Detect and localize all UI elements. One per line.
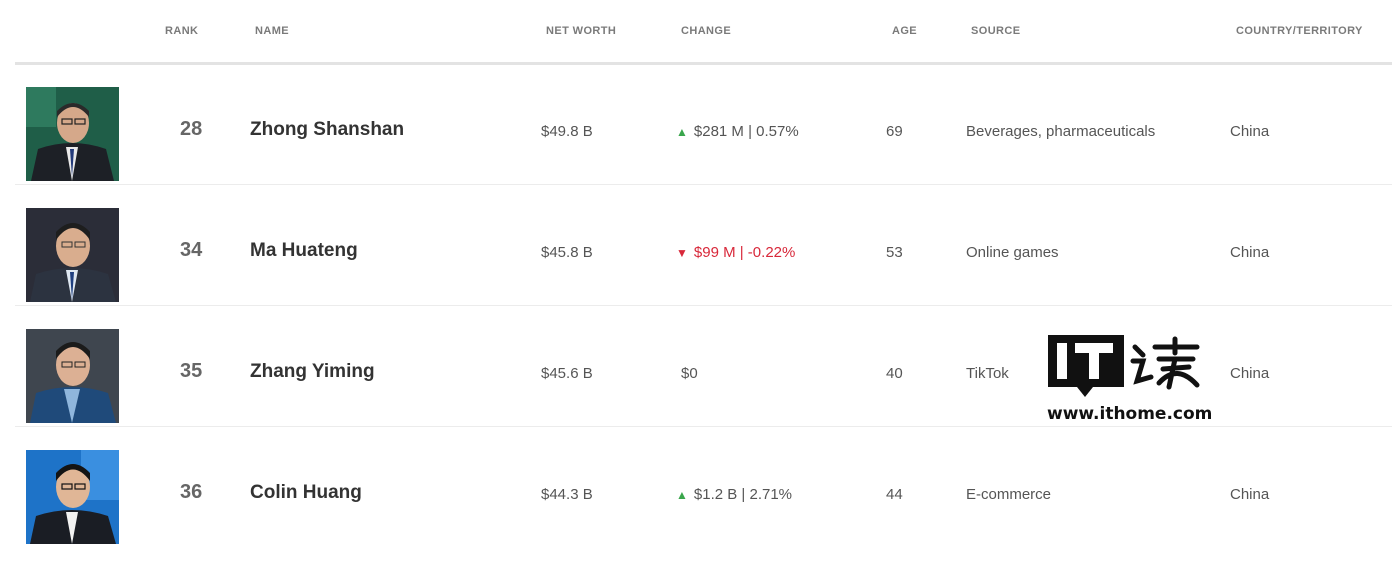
- column-header-change[interactable]: CHANGE: [681, 25, 731, 37]
- avatar[interactable]: [26, 329, 119, 423]
- age-value: 69: [886, 123, 903, 140]
- table-header: RANK NAME NET WORTH CHANGE AGE SOURCE CO…: [15, 0, 1392, 65]
- rank-value: 28: [180, 118, 203, 140]
- column-header-age[interactable]: AGE: [892, 25, 917, 37]
- table-row[interactable]: 28 Zhong Shanshan $49.8 B ▲ $281 M | 0.5…: [15, 63, 1392, 185]
- net-worth-value: $45.8 B: [541, 244, 593, 261]
- change-text: $0: [681, 365, 698, 382]
- table-row[interactable]: 36 Colin Huang $44.3 B ▲ $1.2 B | 2.71% …: [15, 426, 1392, 547]
- source-value: Beverages, pharmaceuticals: [966, 123, 1156, 140]
- rank-value: 35: [180, 360, 203, 382]
- rank-value: 36: [180, 481, 203, 503]
- age-value: 40: [886, 365, 903, 382]
- net-worth-value: $45.6 B: [541, 365, 593, 382]
- change-text: $99 M | -0.22%: [693, 244, 796, 261]
- arrow-down-icon: ▼: [676, 246, 688, 260]
- change-value: ▲ $1.2 B | 2.71%: [676, 485, 792, 505]
- avatar[interactable]: [26, 208, 119, 302]
- change-value: $0: [681, 364, 698, 384]
- net-worth-value: $49.8 B: [541, 123, 593, 140]
- person-name-link[interactable]: Colin Huang: [250, 483, 362, 503]
- country-value: China: [1230, 244, 1270, 261]
- column-header-net-worth[interactable]: NET WORTH: [546, 25, 616, 37]
- country-value: China: [1230, 123, 1270, 140]
- change-value: ▲ $281 M | 0.57%: [676, 122, 799, 142]
- rank-value: 34: [180, 239, 203, 261]
- age-value: 53: [886, 244, 903, 261]
- table-row[interactable]: 34 Ma Huateng $45.8 B ▼ $99 M | -0.22% 5…: [15, 184, 1392, 306]
- country-value: China: [1230, 486, 1270, 503]
- source-value: E-commerce: [966, 486, 1052, 503]
- net-worth-value: $44.3 B: [541, 486, 593, 503]
- arrow-up-icon: ▲: [676, 125, 688, 139]
- country-value: China: [1230, 365, 1270, 382]
- avatar[interactable]: [26, 87, 119, 181]
- column-header-rank[interactable]: RANK: [165, 25, 198, 37]
- column-header-source[interactable]: SOURCE: [971, 25, 1020, 37]
- column-header-country[interactable]: COUNTRY/TERRITORY: [1236, 25, 1363, 37]
- person-name-link[interactable]: Zhong Shanshan: [250, 120, 404, 140]
- source-value: Online games: [966, 244, 1059, 261]
- watermark-url: www.ithome.com: [1047, 404, 1213, 424]
- person-name-link[interactable]: Zhang Yiming: [250, 362, 375, 382]
- change-value: ▼ $99 M | -0.22%: [676, 243, 795, 263]
- column-header-name[interactable]: NAME: [255, 25, 289, 37]
- change-text: $1.2 B | 2.71%: [693, 486, 793, 503]
- change-text: $281 M | 0.57%: [693, 123, 799, 140]
- avatar[interactable]: [26, 450, 119, 544]
- person-name-link[interactable]: Ma Huateng: [250, 241, 358, 261]
- arrow-up-icon: ▲: [676, 488, 688, 502]
- source-value: TikTok: [966, 365, 1009, 382]
- age-value: 44: [886, 486, 903, 503]
